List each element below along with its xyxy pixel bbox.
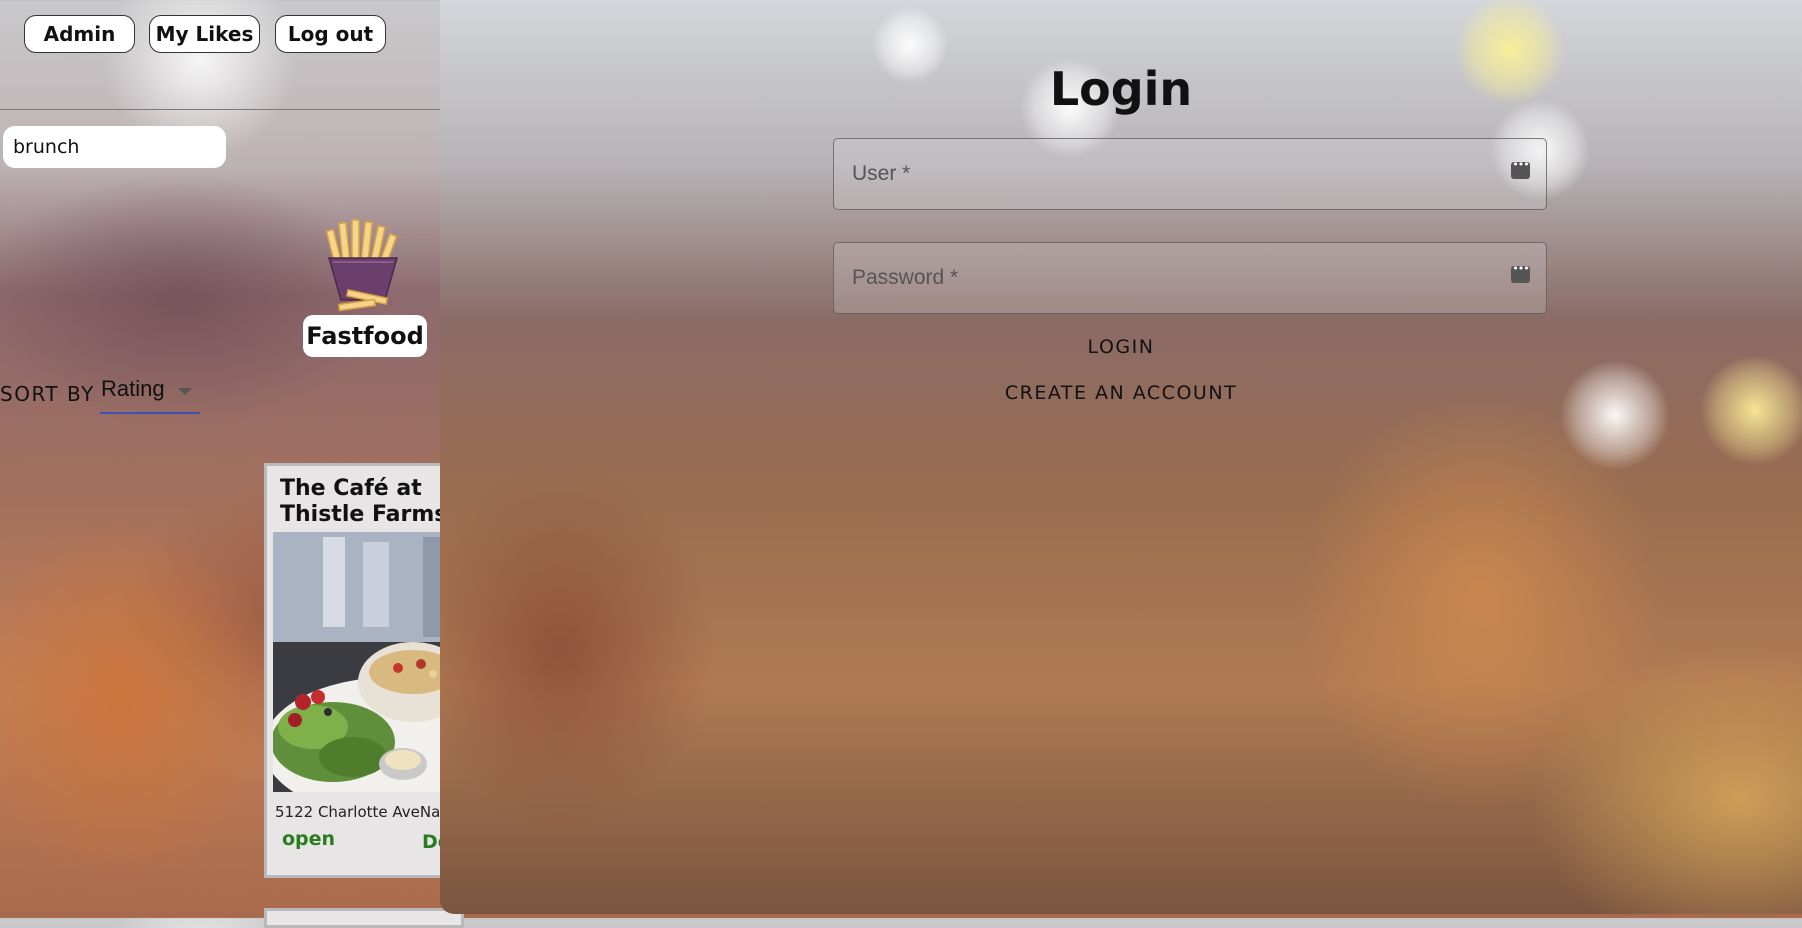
sort-selected-value: Rating bbox=[101, 376, 165, 401]
password-field[interactable] bbox=[833, 242, 1547, 314]
my-likes-button[interactable]: My Likes bbox=[149, 15, 260, 53]
log-out-button[interactable]: Log out bbox=[275, 15, 386, 53]
login-button[interactable]: LOGIN bbox=[440, 336, 1802, 358]
password-manager-icon[interactable] bbox=[1511, 158, 1530, 179]
password-manager-icon[interactable] bbox=[1511, 262, 1530, 283]
chevron-down-icon bbox=[178, 388, 192, 395]
restaurant-address: 5122 Charlotte AveNashville bbox=[275, 803, 461, 821]
top-navigation-bar: Admin My Likes Log out bbox=[0, 0, 440, 110]
fries-icon bbox=[325, 219, 398, 312]
restaurant-card[interactable]: The Café at Thistle Farms 5122 Charlotte… bbox=[264, 463, 464, 878]
category-label: Fastfood bbox=[303, 315, 427, 357]
restaurant-title: The Café at Thistle Farms bbox=[280, 476, 448, 527]
create-account-button[interactable]: CREATE AN ACCOUNT bbox=[440, 382, 1802, 404]
login-title: Login bbox=[1049, 62, 1193, 116]
login-overlay: Login LOGIN CREATE AN ACCOUNT bbox=[440, 0, 1802, 914]
user-field[interactable] bbox=[833, 138, 1547, 210]
admin-button[interactable]: Admin bbox=[24, 15, 135, 53]
food-plate-image bbox=[273, 532, 461, 792]
restaurant-photo bbox=[273, 532, 461, 792]
search-input[interactable] bbox=[3, 126, 226, 168]
open-status: open bbox=[282, 828, 336, 850]
sort-by-label: SORT BY bbox=[0, 382, 95, 406]
sort-select[interactable]: Rating bbox=[100, 374, 200, 414]
restaurant-card[interactable] bbox=[264, 908, 464, 928]
category-fastfood[interactable]: Fastfood bbox=[303, 215, 427, 357]
